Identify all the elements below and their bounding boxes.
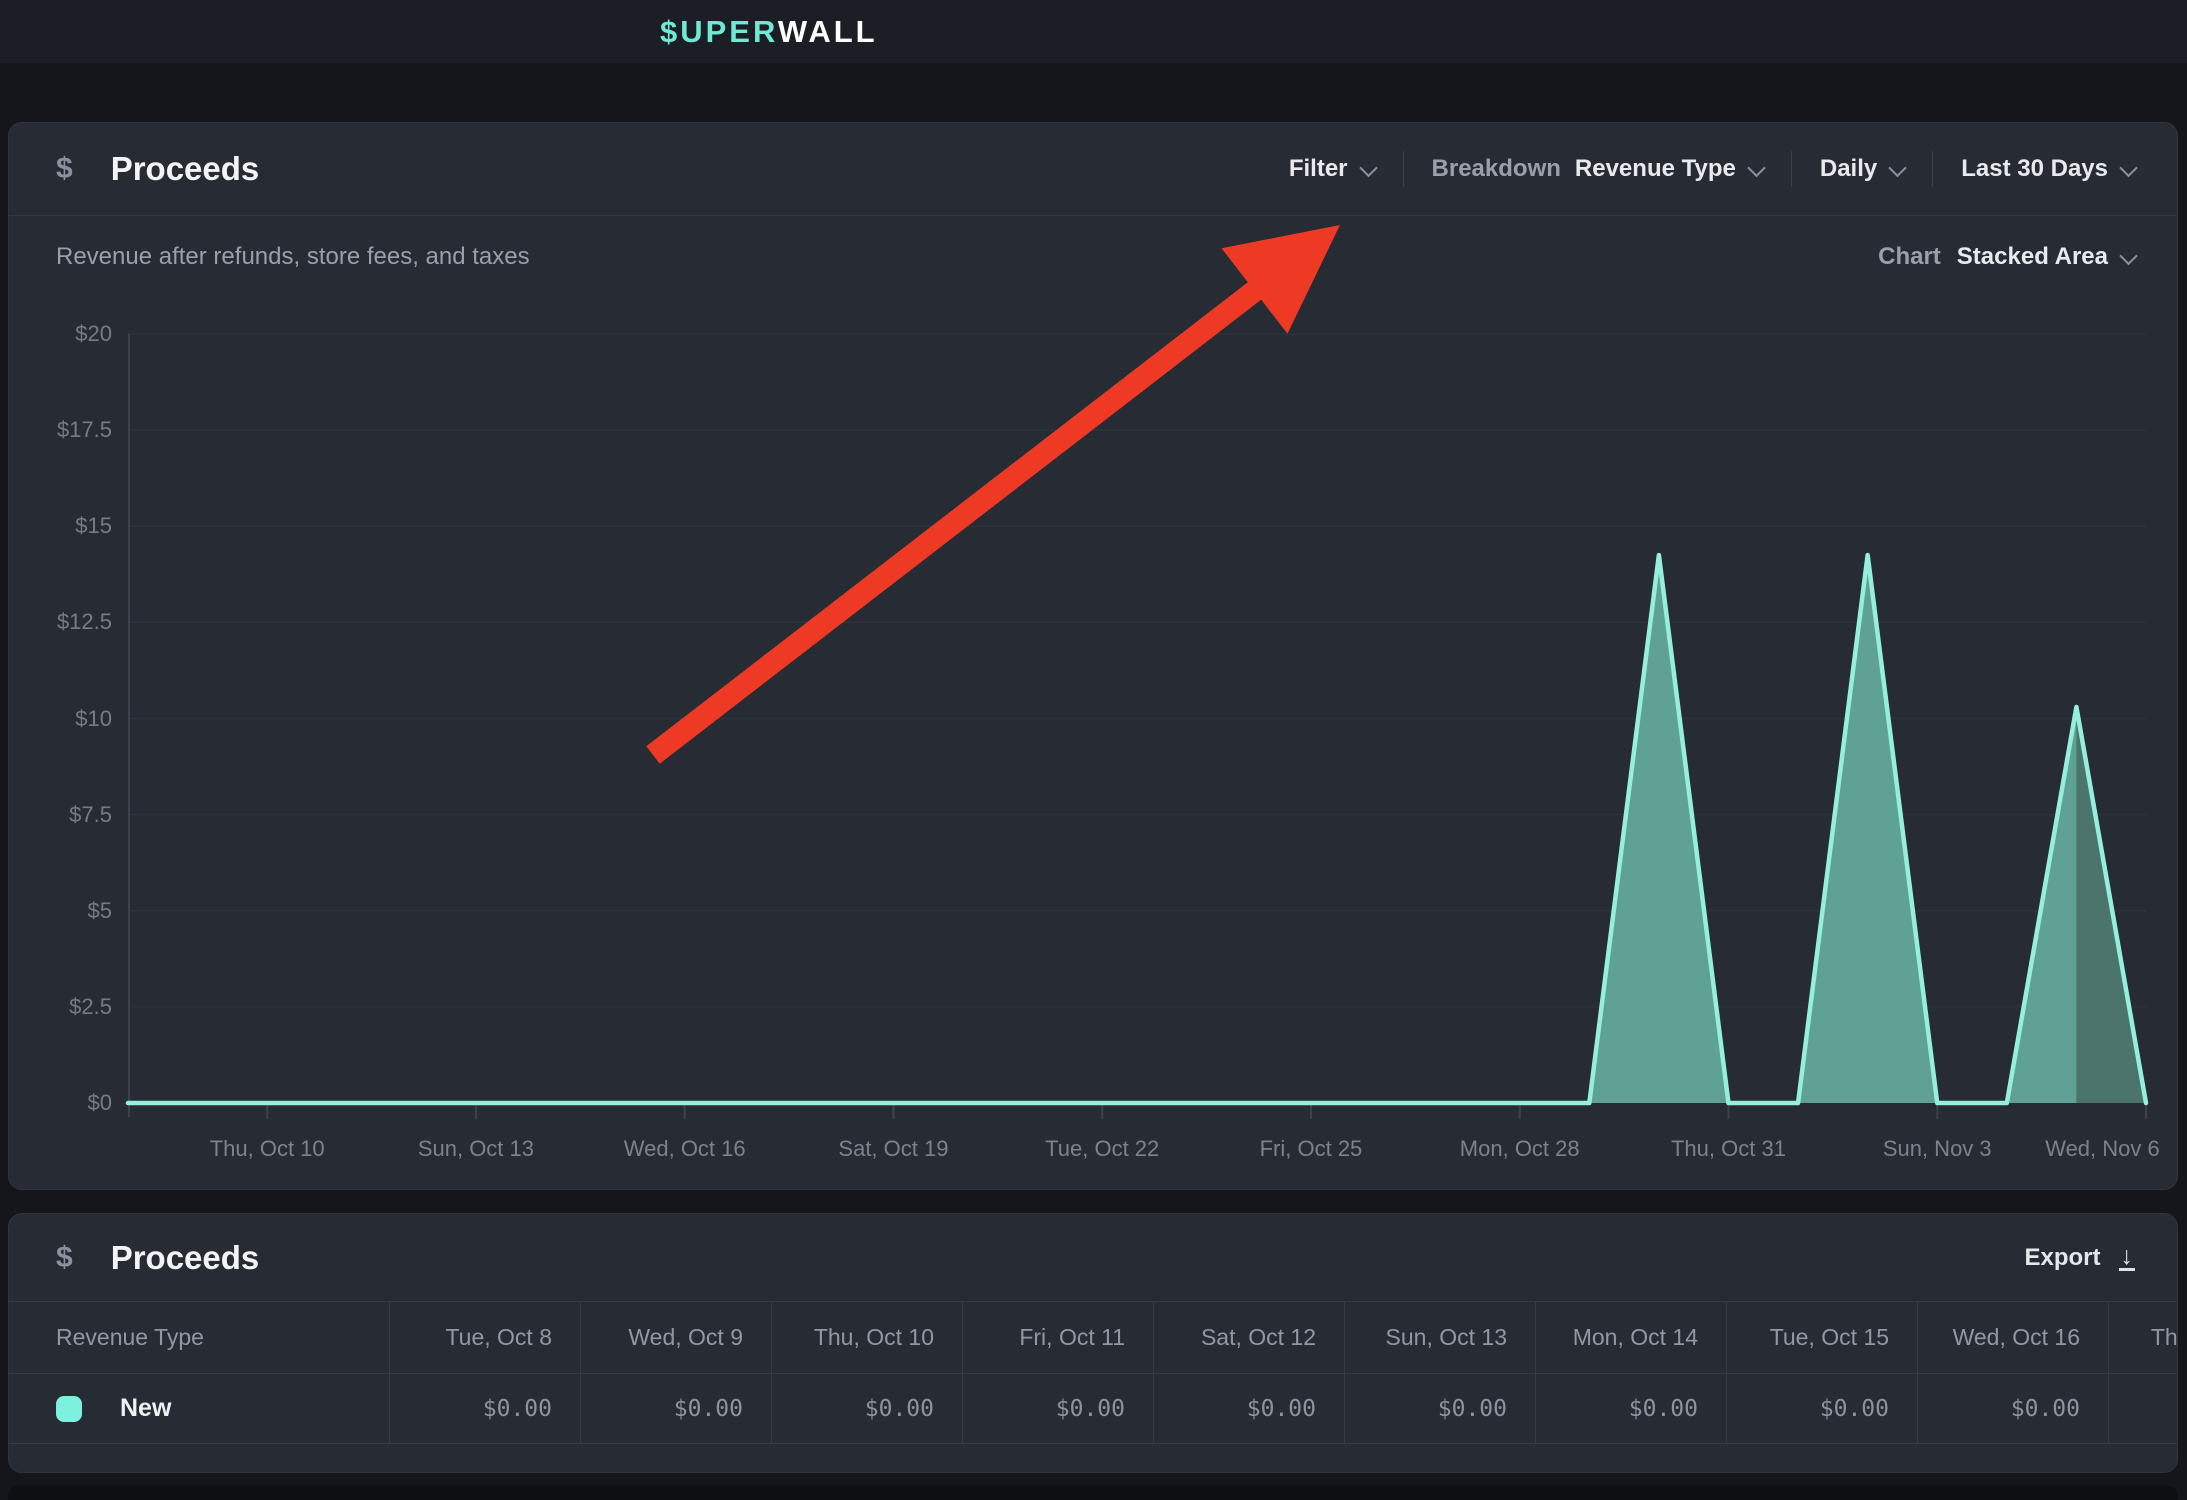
column-header: Revenue Type: [9, 1302, 389, 1373]
value-cell: $0.00: [580, 1374, 771, 1443]
value-text: $0.00: [1820, 1396, 1889, 1422]
date-range-dropdown[interactable]: Last 30 Days: [1961, 155, 2135, 183]
column-header: Wed, Oct 9: [580, 1302, 771, 1373]
export-label: Export: [2024, 1244, 2100, 1272]
breakdown-dropdown[interactable]: Breakdown Revenue Type: [1432, 155, 1763, 183]
value-cell: $0.00: [1917, 1374, 2108, 1443]
x-axis: Thu, Oct 10 Sun, Oct 13 Wed, Oct 16 Sat, Oc…: [0, 1136, 2187, 1166]
y-axis-label: $5: [0, 900, 112, 922]
revenue-type-cell: New: [9, 1374, 389, 1443]
interval-value: Daily: [1820, 155, 1877, 183]
x-axis-label: Sat, Oct 19: [838, 1136, 948, 1162]
chart-card-header: $ Proceeds Filter Breakdown Revenue Type…: [9, 123, 2177, 216]
y-axis-label: $20: [0, 323, 112, 345]
x-axis-label: Tue, Oct 22: [1045, 1136, 1159, 1162]
y-axis-label: $0: [0, 1092, 112, 1114]
column-header: Tue, Oct 15: [1726, 1302, 1917, 1373]
chevron-down-icon: [1747, 158, 1765, 176]
column-header: Wed, Oct 16: [1917, 1302, 2108, 1373]
value-cell: $0.00: [771, 1374, 962, 1443]
value-text: $0.00: [1438, 1396, 1507, 1422]
column-header: Tue, Oct 8: [389, 1302, 580, 1373]
y-axis-label: $10: [0, 708, 112, 730]
chart-type-label: Chart: [1878, 243, 1941, 271]
divider: [1403, 151, 1404, 187]
column-header: Thu, Oct 10: [771, 1302, 962, 1373]
table-row: New $0.00 $0.00 $0.00 $0.00 $0.00 $0.00 $0.00 $0…: [9, 1374, 2178, 1444]
dollar-icon: $: [56, 152, 73, 186]
logo-secondary: WALL: [778, 14, 878, 49]
next-card-edge: [8, 1486, 2178, 1500]
y-axis-label: $15: [0, 515, 112, 537]
filter-label: Filter: [1289, 155, 1348, 183]
y-axis: $0$2.5$5$7.5$10$12.5$15$17.5$20: [0, 334, 112, 1103]
chevron-down-icon: [2119, 158, 2137, 176]
value-text: $0.00: [674, 1396, 743, 1422]
superwall-logo: $UPERWALL: [660, 0, 878, 63]
value-cell: $0.00: [2108, 1374, 2178, 1443]
table-card-header: $ Proceeds Export ↓: [9, 1214, 2177, 1301]
column-header: Sun, Oct 13: [1344, 1302, 1535, 1373]
column-header: Fri, Oct 11: [962, 1302, 1153, 1373]
top-bar: $UPERWALL: [0, 0, 2187, 63]
date-range-value: Last 30 Days: [1961, 155, 2108, 183]
logo-primary: $UPER: [660, 14, 778, 49]
column-header: Mon, Oct 14: [1535, 1302, 1726, 1373]
value-cell: $0.00: [1726, 1374, 1917, 1443]
divider: [1932, 151, 1933, 187]
value-text: $0.00: [2011, 1396, 2080, 1422]
value-text: $0.00: [483, 1396, 552, 1422]
value-text: $0.00: [1629, 1396, 1698, 1422]
value-text: $0.00: [865, 1396, 934, 1422]
chart-description: Revenue after refunds, store fees, and t…: [56, 243, 530, 271]
chart-type-value: Stacked Area: [1957, 243, 2108, 271]
stacked-area-chart: [128, 334, 2146, 1124]
value-cell: $0.00: [1344, 1374, 1535, 1443]
table-title: Proceeds: [111, 1239, 260, 1277]
x-axis-label: Wed, Oct 16: [624, 1136, 746, 1162]
y-axis-label: $7.5: [0, 804, 112, 826]
x-axis-label: Sun, Oct 13: [418, 1136, 534, 1162]
dollar-icon: $: [56, 1241, 73, 1275]
area-fill: [128, 555, 2146, 1103]
dashboard: $UPERWALL $ Proceeds Filter Breakdown Re…: [0, 0, 2187, 1500]
page-title: Proceeds: [111, 150, 260, 188]
value-text: $0.00: [1056, 1396, 1125, 1422]
y-axis-label: $17.5: [0, 419, 112, 441]
x-axis-label: Fri, Oct 25: [1260, 1136, 1363, 1162]
chart-type-dropdown[interactable]: Chart Stacked Area: [1878, 243, 2135, 271]
chart-controls: Filter Breakdown Revenue Type Daily Last…: [1289, 151, 2135, 187]
column-header: Sat, Oct 12: [1153, 1302, 1344, 1373]
download-icon: ↓: [2119, 1245, 2136, 1271]
chart-card-subheader: Revenue after refunds, store fees, and t…: [9, 217, 2177, 297]
legend-swatch: [56, 1396, 82, 1422]
interval-dropdown[interactable]: Daily: [1820, 155, 1904, 183]
filter-dropdown[interactable]: Filter: [1289, 155, 1375, 183]
y-axis-label: $2.5: [0, 996, 112, 1018]
x-axis-label: Thu, Oct 31: [1671, 1136, 1786, 1162]
value-cell: $0.00: [1535, 1374, 1726, 1443]
column-header: Thu, Oct 17: [2108, 1302, 2178, 1373]
y-axis-label: $12.5: [0, 611, 112, 633]
value-cell: $0.00: [962, 1374, 1153, 1443]
row-label: New: [120, 1394, 171, 1423]
divider: [1791, 151, 1792, 187]
value-text: $0.00: [1247, 1396, 1316, 1422]
x-axis-label: Thu, Oct 10: [210, 1136, 325, 1162]
table-header-row: Revenue TypeTue, Oct 8Wed, Oct 9Thu, Oct…: [9, 1301, 2178, 1374]
value-cell: $0.00: [389, 1374, 580, 1443]
breakdown-label: Breakdown: [1432, 155, 1561, 183]
x-axis-label: Wed, Nov 6: [2045, 1136, 2160, 1162]
x-axis-label: Mon, Oct 28: [1460, 1136, 1580, 1162]
export-button[interactable]: Export ↓: [2024, 1244, 2135, 1272]
chevron-down-icon: [1889, 158, 1907, 176]
x-axis-label: Sun, Nov 3: [1883, 1136, 1992, 1162]
chevron-down-icon: [1359, 158, 1377, 176]
value-cell: $0.00: [1153, 1374, 1344, 1443]
breakdown-value: Revenue Type: [1575, 155, 1736, 183]
proceeds-table-card: $ Proceeds Export ↓ Revenue TypeTue, Oct…: [8, 1213, 2178, 1473]
chevron-down-icon: [2119, 246, 2137, 264]
